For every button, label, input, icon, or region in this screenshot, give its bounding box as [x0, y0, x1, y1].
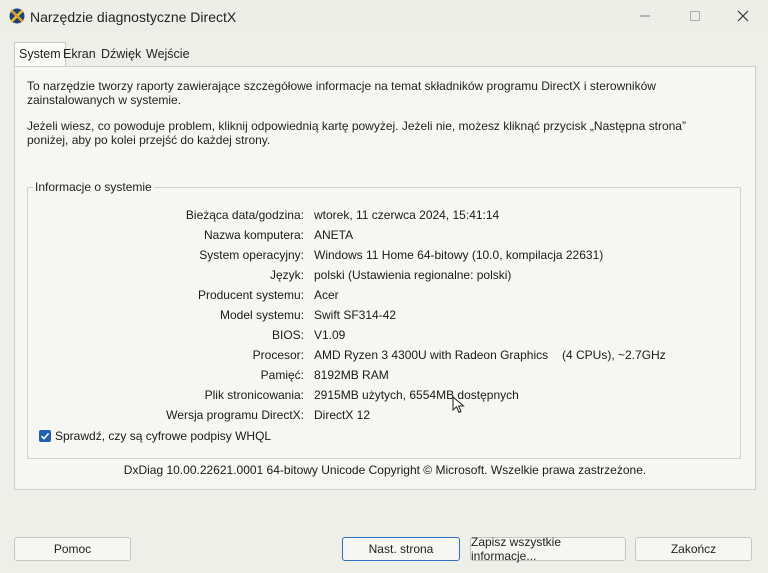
whql-checkbox-row[interactable]: Sprawdź, czy są cyfrowe podpisy WHQL [39, 429, 271, 443]
minimize-button[interactable] [622, 0, 668, 32]
info-label: Bieżąca data/godzina: [185, 208, 304, 222]
save-all-info-button[interactable]: Zapisz wszystkie informacje... [470, 535, 626, 563]
info-value: Windows 11 Home 64-bitowy (10.0, kompila… [314, 248, 604, 262]
info-label: System operacyjny: [199, 248, 304, 262]
system-info-group-title: Informacje o systemie [33, 180, 154, 194]
info-row-processor: Procesor: AMD Ryzen 3 4300U with Radeon … [28, 348, 740, 366]
info-value: AMD Ryzen 3 4300U with Radeon Graphics [314, 348, 549, 362]
info-label: Pamięć: [260, 368, 304, 382]
minimize-icon [640, 15, 650, 17]
maximize-icon [690, 11, 700, 21]
info-label: Producent systemu: [197, 288, 304, 302]
info-value: 2915MB użytych, 6554MB dostępnych [314, 388, 519, 402]
system-info-group: Informacje o systemie Bieżąca data/godzi… [27, 180, 741, 459]
exit-button[interactable]: Zakończ [635, 537, 752, 561]
intro-paragraph-2: Jeżeli wiesz, co powoduje problem, klikn… [27, 119, 686, 147]
help-button[interactable]: Pomoc [14, 537, 131, 561]
info-row-datetime: Bieżąca data/godzina: wtorek, 11 czerwca… [28, 208, 740, 226]
directx-app-icon [9, 8, 25, 24]
info-value: Swift SF314-42 [314, 308, 397, 322]
system-tab-panel: To narzędzie tworzy raporty zawierające … [14, 66, 756, 490]
info-row-computer-name: Nazwa komputera: ANETA [28, 228, 740, 246]
info-label: Nazwa komputera: [203, 228, 304, 242]
info-label: Plik stronicowania: [204, 388, 304, 402]
tab-dzwiek[interactable]: Dźwięk [98, 44, 144, 64]
info-value-cpu-details: (4 CPUs), ~2.7GHz [562, 348, 666, 362]
tab-ekran[interactable]: Ekran [60, 44, 99, 64]
info-value: V1.09 [314, 328, 346, 342]
tab-system[interactable]: System [14, 42, 66, 67]
close-icon [737, 10, 749, 22]
whql-checkbox-label[interactable]: Sprawdź, czy są cyfrowe podpisy WHQL [55, 429, 271, 443]
checkmark-icon [40, 432, 50, 440]
info-row-directx-version: Wersja programu DirectX: DirectX 12 [28, 408, 740, 426]
info-value: DirectX 12 [314, 408, 371, 422]
info-row-bios: BIOS: V1.09 [28, 328, 740, 346]
info-value: Acer [314, 288, 339, 302]
info-value: 8192MB RAM [314, 368, 389, 382]
title-bar[interactable]: Narzędzie diagnostyczne DirectX [0, 0, 768, 34]
directx-diagnostic-window: Narzędzie diagnostyczne DirectX System E… [0, 0, 768, 573]
info-label: Procesor: [252, 348, 304, 362]
info-label: Język: [269, 268, 304, 282]
intro-paragraph-1: To narzędzie tworzy raporty zawierające … [27, 79, 656, 107]
info-label: Model systemu: [219, 308, 304, 322]
next-page-button[interactable]: Nast. strona [342, 537, 460, 561]
tab-wejscie[interactable]: Wejście [143, 44, 193, 64]
copyright-footer: DxDiag 10.00.22621.0001 64-bitowy Unicod… [123, 463, 647, 477]
window-title: Narzędzie diagnostyczne DirectX [30, 9, 237, 25]
info-row-manufacturer: Producent systemu: Acer [28, 288, 740, 306]
whql-checkbox[interactable] [39, 430, 51, 442]
info-row-model: Model systemu: Swift SF314-42 [28, 308, 740, 326]
info-row-os: System operacyjny: Windows 11 Home 64-bi… [28, 248, 740, 266]
info-label: BIOS: [271, 328, 304, 342]
info-value: wtorek, 11 czerwca 2024, 15:41:14 [314, 208, 500, 222]
info-value: ANETA [314, 228, 354, 242]
info-label: Wersja programu DirectX: [166, 408, 304, 422]
info-row-memory: Pamięć: 8192MB RAM [28, 368, 740, 386]
maximize-button[interactable] [672, 0, 718, 32]
close-button[interactable] [720, 0, 766, 32]
info-value: polski (Ustawienia regionalne: polski) [314, 268, 512, 282]
info-row-language: Język: polski (Ustawienia regionalne: po… [28, 268, 740, 286]
mouse-cursor-icon [452, 395, 466, 419]
info-row-page-file: Plik stronicowania: 2915MB użytych, 6554… [28, 388, 740, 406]
